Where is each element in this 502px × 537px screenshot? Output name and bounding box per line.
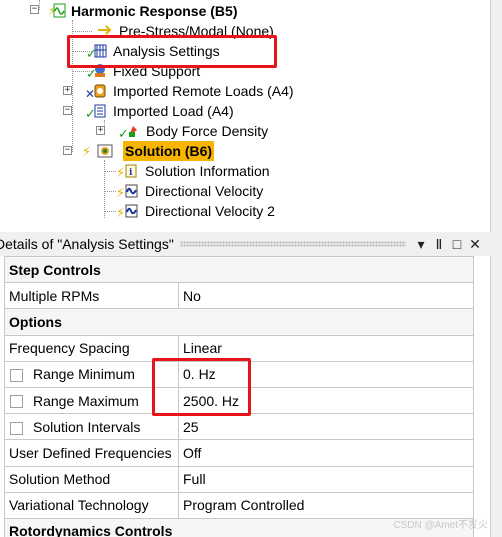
tree-item-label: Directional Velocity: [145, 183, 264, 199]
svg-text:⚡: ⚡: [82, 145, 91, 160]
property-value[interactable]: 2500. Hz: [178, 386, 474, 415]
svg-text:✓: ✓: [85, 107, 96, 120]
property-row[interactable]: Range Maximum 2500. Hz: [4, 386, 474, 415]
property-name: Range Minimum: [33, 366, 135, 383]
svg-text:⚡: ⚡: [116, 186, 125, 200]
property-name: Multiple RPMs: [4, 282, 179, 310]
property-row[interactable]: Frequency Spacing Linear: [4, 334, 474, 362]
property-value[interactable]: Program Controlled: [178, 491, 474, 519]
tree-item-label: Directional Velocity 2: [145, 203, 275, 219]
tree-item-imported-remote-loads[interactable]: ✕ Imported Remote Loads (A4): [84, 81, 296, 101]
tree-item-label: Body Force Density: [146, 123, 269, 139]
section-label: Options: [4, 308, 474, 336]
tree-item-label: Analysis Settings: [113, 43, 220, 59]
solution-icon: ⚡: [80, 142, 113, 160]
body-force-icon: ✓: [117, 122, 137, 142]
collapse-toggle[interactable]: −: [30, 5, 39, 14]
property-value[interactable]: 25: [178, 413, 474, 441]
property-name: Solution Method: [4, 465, 179, 493]
property-value[interactable]: No: [178, 282, 474, 310]
collapse-toggle[interactable]: −: [63, 106, 72, 115]
section-label: Step Controls: [4, 255, 474, 284]
expand-toggle[interactable]: +: [63, 86, 72, 95]
pin-icon[interactable]: Ⅱ: [430, 235, 448, 253]
tree-item-analysis-settings[interactable]: ✓ Analysis Settings: [86, 41, 222, 62]
tree-item-fixed-support[interactable]: ✓ Fixed Support: [86, 61, 202, 82]
property-row[interactable]: Multiple RPMs No: [4, 282, 474, 310]
tree-item-label: Imported Load (A4): [113, 103, 234, 119]
details-title: Details of "Analysis Settings": [0, 236, 174, 252]
section-row[interactable]: Step Controls: [4, 255, 474, 284]
header-grip[interactable]: [179, 241, 406, 247]
parameter-checkbox[interactable]: [10, 421, 23, 435]
tree-item-label: Solution Information: [145, 163, 270, 179]
property-value[interactable]: Full: [178, 465, 474, 493]
svg-text:⚡: ⚡: [116, 166, 125, 180]
window-edge: [490, 0, 502, 537]
parameter-checkbox[interactable]: [10, 369, 23, 383]
property-name-cell: Range Minimum: [4, 360, 179, 388]
property-row[interactable]: Solution Method Full: [4, 465, 474, 493]
svg-text:✓: ✓: [118, 127, 129, 140]
tree-item-label: Pre-Stress/Modal (None): [119, 23, 274, 39]
tree-item-label: Solution (B6): [123, 141, 215, 161]
tree-item-label: Harmonic Response (B5): [71, 3, 238, 19]
details-header: Details of "Analysis Settings" ▾ Ⅱ □ ✕: [0, 232, 502, 256]
solution-information-icon: ⚡ i: [116, 162, 137, 181]
details-table: Step Controls Multiple RPMs No Options F…: [4, 255, 474, 537]
outline-tree: − ⚡ Harmonic Response (B5) Pre-Stress/Mo…: [0, 0, 502, 232]
property-name-cell: Range Maximum: [4, 386, 179, 415]
harmonic-analysis-icon: ⚡: [48, 2, 66, 20]
tree-item-harmonic-response[interactable]: ⚡ Harmonic Response (B5): [48, 1, 239, 21]
fixed-support-icon: ✓: [86, 62, 105, 82]
section-row[interactable]: Options: [4, 308, 474, 336]
svg-text:⚡: ⚡: [116, 206, 125, 220]
property-name: User Defined Frequencies: [4, 439, 179, 467]
property-row[interactable]: Solution Intervals 25: [4, 413, 474, 441]
tree-item-solution[interactable]: ⚡ Solution (B6): [80, 141, 215, 161]
parameter-checkbox[interactable]: [10, 395, 23, 409]
collapse-toggle[interactable]: −: [63, 146, 72, 155]
svg-text:✕: ✕: [85, 87, 95, 100]
watermark: CSDN @Amet不发火: [393, 520, 488, 531]
tree-item-solution-information[interactable]: ⚡ i Solution Information: [116, 161, 272, 181]
property-name: Frequency Spacing: [4, 334, 179, 362]
directional-velocity-icon: ⚡: [116, 182, 138, 201]
close-icon[interactable]: ✕: [466, 235, 484, 253]
property-name: Variational Technology: [4, 491, 179, 519]
property-value[interactable]: 0. Hz: [178, 360, 474, 388]
expand-toggle[interactable]: +: [96, 126, 105, 135]
tree-item-directional-velocity[interactable]: ⚡ Directional Velocity: [116, 181, 265, 201]
property-name: Range Maximum: [33, 392, 139, 409]
tree-item-label: Imported Remote Loads (A4): [113, 83, 294, 99]
tree-item-imported-load[interactable]: ✓ Imported Load (A4): [84, 101, 236, 122]
property-value[interactable]: Off: [178, 439, 474, 467]
tree-item-pre-stress[interactable]: Pre-Stress/Modal (None): [96, 21, 276, 41]
imported-remote-loads-icon: ✕: [84, 82, 106, 101]
property-value[interactable]: Linear: [178, 334, 474, 362]
tree-item-directional-velocity-2[interactable]: ⚡ Directional Velocity 2: [116, 201, 277, 221]
property-name-cell: Solution Intervals: [4, 413, 179, 441]
directional-velocity-icon: ⚡: [116, 202, 138, 221]
property-row[interactable]: User Defined Frequencies Off: [4, 439, 474, 467]
imported-load-icon: ✓: [84, 102, 106, 122]
property-name: Solution Intervals: [33, 418, 141, 435]
arrow-icon: [96, 22, 114, 40]
maximize-icon[interactable]: □: [448, 235, 466, 253]
analysis-settings-icon: ✓: [86, 42, 107, 62]
dropdown-icon[interactable]: ▾: [412, 235, 430, 253]
property-row[interactable]: Variational Technology Program Controlle…: [4, 491, 474, 519]
tree-item-label: Fixed Support: [113, 63, 201, 79]
property-row[interactable]: Range Minimum 0. Hz: [4, 360, 474, 388]
tree-item-body-force-density[interactable]: ✓ Body Force Density: [117, 121, 270, 142]
svg-text:i: i: [129, 168, 133, 178]
